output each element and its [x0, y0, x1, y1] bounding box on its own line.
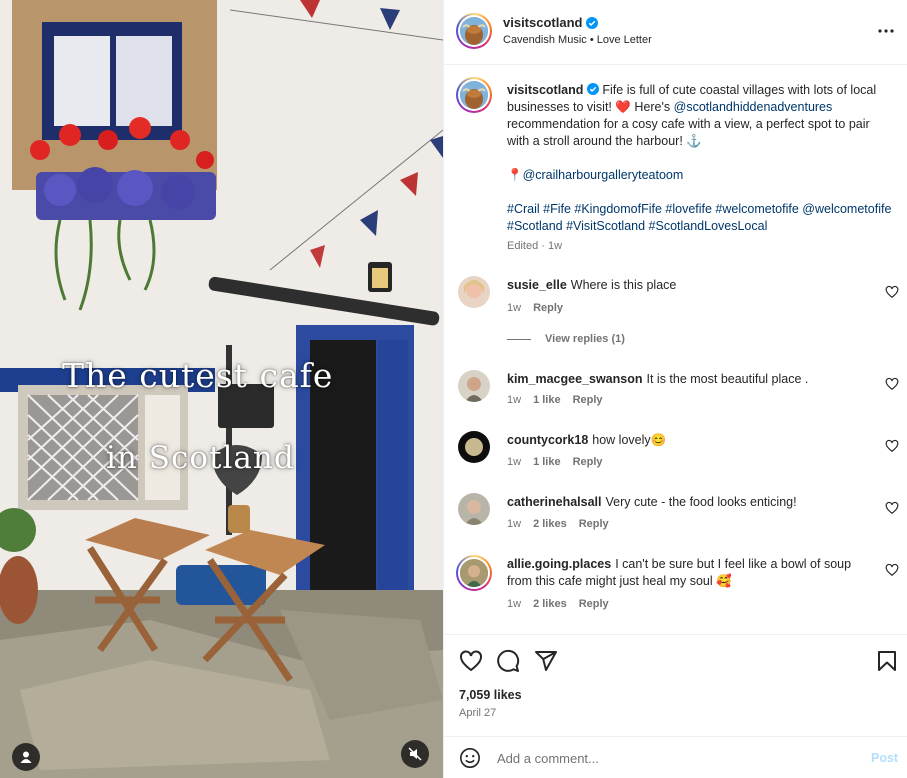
comment-reply-button[interactable]: Reply	[573, 456, 603, 468]
comment-time: 1w	[507, 598, 522, 610]
view-replies-label: View replies (1)	[545, 333, 625, 345]
comment-reply-button[interactable]: Reply	[579, 518, 609, 530]
comment-time: 1w	[507, 394, 522, 406]
heart-icon[interactable]	[885, 501, 899, 515]
author-username-row: visitscotland	[503, 15, 599, 30]
heart-icon[interactable]	[885, 563, 899, 577]
caption-edited-time: Edited · 1w	[507, 240, 563, 252]
highland-cow-avatar-icon	[460, 17, 488, 45]
view-replies-divider	[507, 338, 531, 340]
video-overlay-text-line1: The cutest cafe	[62, 356, 334, 395]
comment-likes[interactable]: 1 like	[533, 456, 561, 468]
bookmark-icon[interactable]	[875, 649, 899, 673]
view-replies-button[interactable]: View replies (1)	[507, 333, 625, 345]
post-caption: visitscotland Fife is full of cute coast…	[507, 82, 892, 235]
highland-cow-avatar-icon	[460, 81, 488, 109]
heart-icon[interactable]	[885, 285, 899, 299]
emoji-icon[interactable]	[459, 747, 481, 769]
author-avatar[interactable]	[456, 13, 492, 49]
comment-text: how lovely😊	[592, 433, 667, 447]
caption-username[interactable]: visitscotland	[507, 83, 583, 97]
caption-hashtags[interactable]: #Crail #Fife #KingdomofFife #lovefife #w…	[507, 202, 891, 233]
post-comment-button[interactable]: Post	[871, 751, 898, 765]
comment-text: It is the most beautiful place .	[646, 372, 809, 386]
comment-text: Very cute - the food looks enticing!	[605, 495, 797, 509]
commenter-avatar[interactable]	[456, 555, 492, 591]
comment-username[interactable]: allie.going.places	[507, 557, 611, 571]
instagram-post-modal: The cutest cafe in Scotland visitscotlan…	[0, 0, 907, 778]
comment-reply-button[interactable]: Reply	[579, 598, 609, 610]
comment-likes[interactable]: 2 likes	[533, 598, 567, 610]
video-overlay-text-line2: in Scotland	[106, 440, 295, 476]
more-options-button[interactable]	[875, 20, 897, 42]
comment-icon[interactable]	[496, 649, 520, 673]
comment-time: 1w	[507, 518, 522, 530]
comment-time: 1w	[507, 456, 522, 468]
caption-mention-link[interactable]: @scotlandhiddenadventures	[674, 100, 833, 114]
commenter-avatar[interactable]	[458, 431, 490, 463]
comment-username[interactable]: kim_macgee_swanson	[507, 372, 643, 386]
post-header: visitscotland Cavendish Music • Love Let…	[444, 0, 907, 65]
author-username[interactable]: visitscotland	[503, 15, 582, 30]
user-tag-icon	[20, 751, 32, 763]
heart-icon[interactable]	[885, 377, 899, 391]
add-comment-bar: Post	[444, 736, 907, 778]
verified-icon	[586, 16, 599, 29]
location-mention-link[interactable]: @crailharbourgalleryteatoom	[523, 168, 684, 182]
heart-icon[interactable]	[459, 649, 483, 673]
comment-reply-button[interactable]: Reply	[573, 394, 603, 406]
post-date: April 27	[459, 707, 497, 719]
verified-icon	[586, 83, 599, 95]
post-actions: 7,059 likes April 27	[444, 634, 907, 734]
likes-count[interactable]: 7,059 likes	[459, 688, 522, 702]
commenter-avatar[interactable]	[458, 276, 490, 308]
comment-text: Where is this place	[570, 278, 677, 292]
comment-username[interactable]: countycork18	[507, 433, 588, 447]
comment-likes[interactable]: 2 likes	[533, 518, 567, 530]
comment-time: 1w	[507, 302, 522, 314]
audio-attribution[interactable]: Cavendish Music • Love Letter	[503, 34, 652, 46]
tagged-users-button[interactable]	[12, 743, 40, 771]
commenter-avatar[interactable]	[458, 370, 490, 402]
commenter-avatar[interactable]	[458, 493, 490, 525]
mute-icon	[408, 747, 422, 761]
comment-reply-button[interactable]: Reply	[533, 302, 563, 314]
comment-likes[interactable]: 1 like	[533, 394, 561, 406]
mute-button[interactable]	[401, 740, 429, 768]
share-icon[interactable]	[534, 649, 558, 673]
comment-input[interactable]	[497, 749, 857, 767]
heart-icon[interactable]	[885, 439, 899, 453]
comment-username[interactable]: susie_elle	[507, 278, 567, 292]
post-sidebar: visitscotland Cavendish Music • Love Let…	[443, 0, 907, 778]
location-pin-icon: 📍	[507, 168, 523, 182]
caption-author-avatar[interactable]	[456, 77, 492, 113]
comment-username[interactable]: catherinehalsall	[507, 495, 602, 509]
caption-text-part2: recommendation for a cosy cafe with a vi…	[507, 117, 870, 148]
more-icon	[878, 29, 894, 33]
post-video[interactable]: The cutest cafe in Scotland	[0, 0, 443, 778]
